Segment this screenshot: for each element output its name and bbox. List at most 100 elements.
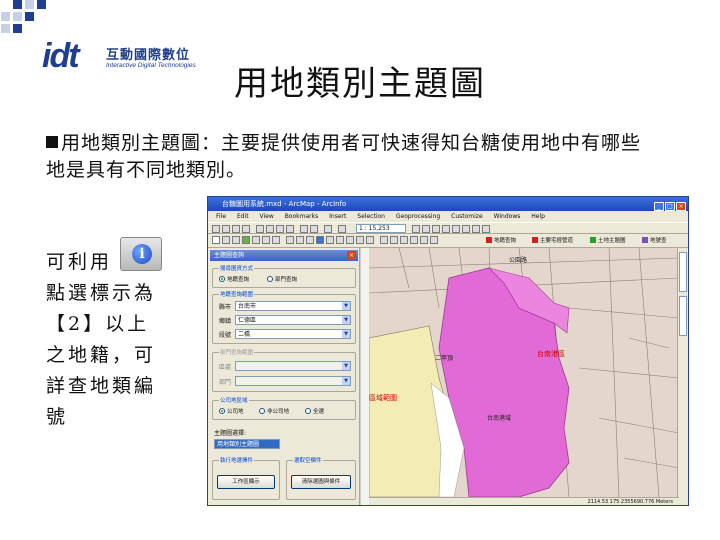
select-features-icon[interactable] bbox=[286, 236, 294, 244]
pin-icon bbox=[486, 237, 492, 243]
menu-selection[interactable]: Selection bbox=[357, 213, 385, 220]
marker-icon bbox=[532, 237, 538, 243]
save-icon[interactable] bbox=[232, 225, 240, 233]
theme-icon bbox=[590, 237, 596, 243]
workspace-display-button[interactable]: 工作區顯示 bbox=[217, 475, 275, 489]
window-title: 台糖圖用系統.mxd - ArcMap - ArcInfo bbox=[222, 200, 347, 208]
search-tab[interactable] bbox=[679, 296, 687, 336]
radio-dot bbox=[267, 276, 273, 282]
region-select[interactable]: ▼ bbox=[235, 361, 351, 371]
print-icon[interactable] bbox=[242, 225, 250, 233]
find-icon[interactable] bbox=[326, 236, 334, 244]
hyperlink-icon[interactable] bbox=[346, 236, 354, 244]
deco-square bbox=[37, 0, 46, 9]
table-icon[interactable] bbox=[422, 225, 430, 233]
radio-all-label: 全選 bbox=[313, 409, 325, 415]
company-land-group: 公司地區域 公司地 非公司地 全選 bbox=[212, 396, 356, 420]
redo-icon[interactable] bbox=[310, 225, 318, 233]
radio-parcel-query[interactable]: 地籍查詢 bbox=[219, 275, 249, 283]
open-icon[interactable] bbox=[222, 225, 230, 233]
labels-icon[interactable] bbox=[390, 236, 398, 244]
delete-icon[interactable] bbox=[286, 225, 294, 233]
clear-selection-icon[interactable] bbox=[296, 236, 304, 244]
map-view[interactable]: 公園路 二甲頂 台南港區 區域範圍 台南港域 bbox=[369, 248, 679, 497]
graphics-icon[interactable] bbox=[400, 236, 408, 244]
panel-close-button[interactable]: × bbox=[347, 251, 356, 260]
catalog-tab[interactable] bbox=[679, 252, 687, 292]
identify-tool-button[interactable]: i bbox=[120, 237, 162, 271]
full-extent-icon[interactable] bbox=[242, 236, 250, 244]
maximize-button[interactable]: □ bbox=[665, 202, 675, 211]
dept-select[interactable]: ▼ bbox=[235, 376, 351, 386]
forward-extent-icon[interactable] bbox=[272, 236, 280, 244]
city-select[interactable]: 台南市 ▼ bbox=[235, 301, 351, 311]
scale-input[interactable]: 1 : 15,253 bbox=[356, 224, 406, 233]
panel-scrollbar[interactable] bbox=[360, 248, 369, 505]
cut-icon[interactable] bbox=[256, 225, 264, 233]
lot-number-button[interactable]: 地號查 bbox=[642, 236, 667, 246]
menu-file[interactable]: File bbox=[216, 213, 226, 220]
radio-non-company[interactable]: 非公司地 bbox=[259, 407, 289, 415]
drawing-icon[interactable] bbox=[420, 236, 428, 244]
menu-edit[interactable]: Edit bbox=[237, 213, 249, 220]
add-data-icon[interactable] bbox=[324, 225, 332, 233]
python-icon[interactable] bbox=[462, 225, 470, 233]
menu-bookmarks[interactable]: Bookmarks bbox=[285, 213, 319, 220]
radio-company[interactable]: 公司地 bbox=[219, 407, 244, 415]
search-icon[interactable] bbox=[442, 225, 450, 233]
toolbox-icon[interactable] bbox=[452, 225, 460, 233]
zoom-in-icon[interactable] bbox=[338, 225, 346, 233]
fixed-zoom-icon[interactable] bbox=[252, 236, 260, 244]
time-slider-icon[interactable] bbox=[366, 236, 374, 244]
menu-view[interactable]: View bbox=[260, 213, 274, 220]
clear-query-button[interactable]: 清除選圖與條件 bbox=[291, 475, 351, 489]
parcel-range-label: 地籍查詢範圍 bbox=[219, 290, 255, 298]
measure-icon[interactable] bbox=[336, 236, 344, 244]
parcel-select-label: 執行地選擇件 bbox=[219, 456, 255, 464]
georef-icon[interactable] bbox=[410, 236, 418, 244]
panel-title: 主題圖查詢 × bbox=[210, 250, 358, 261]
radio-all[interactable]: 全選 bbox=[305, 407, 324, 415]
menu-help[interactable]: Help bbox=[531, 213, 545, 220]
district-select[interactable]: 仁德區 ▼ bbox=[235, 315, 351, 325]
lot-icon bbox=[642, 237, 648, 243]
land-theme-button[interactable]: 土地主題圖 bbox=[590, 236, 626, 246]
theme-select[interactable]: 用地類別主題圖 bbox=[214, 439, 280, 449]
menu-insert[interactable]: Insert bbox=[329, 213, 346, 220]
identify-icon[interactable] bbox=[316, 236, 324, 244]
undo-icon[interactable] bbox=[300, 225, 308, 233]
radio-dot bbox=[219, 276, 225, 282]
select-elements-icon[interactable] bbox=[306, 236, 314, 244]
main-pipeline-button[interactable]: 主要宅經管道 bbox=[532, 236, 573, 246]
menu-windows[interactable]: Windows bbox=[494, 213, 521, 220]
parcel-query-button[interactable]: 地籍查詢 bbox=[486, 236, 516, 246]
help-icon[interactable] bbox=[482, 225, 490, 233]
radio-non-company-label: 非公司地 bbox=[267, 409, 290, 415]
radio-dept-query[interactable]: 部門查詢 bbox=[267, 275, 297, 283]
menu-customize[interactable]: Customize bbox=[451, 213, 483, 220]
model-icon[interactable] bbox=[472, 225, 480, 233]
deco-square bbox=[13, 0, 22, 9]
paste-icon[interactable] bbox=[276, 225, 284, 233]
zoom-out-tool-icon[interactable] bbox=[222, 236, 230, 244]
chevron-down-icon: ▼ bbox=[342, 377, 350, 385]
section-select[interactable]: 二橋 ▼ bbox=[235, 329, 351, 339]
html-popup-icon[interactable] bbox=[356, 236, 364, 244]
dept-label: 部門 bbox=[219, 379, 232, 386]
minimize-button[interactable]: _ bbox=[654, 202, 664, 211]
layer-icon[interactable] bbox=[380, 236, 388, 244]
menu-geoprocessing[interactable]: Geoprocessing bbox=[396, 213, 440, 220]
pan-icon[interactable] bbox=[232, 236, 240, 244]
window-titlebar: 台糖圖用系統.mxd - ArcMap - ArcInfo _ □ × bbox=[208, 197, 688, 211]
extra-tool-icon[interactable] bbox=[430, 236, 438, 244]
panel-title-text: 主題圖查詢 bbox=[214, 252, 245, 259]
back-extent-icon[interactable] bbox=[262, 236, 270, 244]
theme-select-label: 主題圖選擇: bbox=[214, 430, 247, 437]
close-button[interactable]: × bbox=[676, 202, 686, 211]
editor-icon[interactable] bbox=[412, 225, 420, 233]
zoom-in-tool-icon[interactable] bbox=[212, 236, 220, 244]
theme-value: 用地類別主題圖 bbox=[217, 441, 260, 448]
new-icon[interactable] bbox=[212, 225, 220, 233]
copy-icon[interactable] bbox=[266, 225, 274, 233]
catalog-icon[interactable] bbox=[432, 225, 440, 233]
